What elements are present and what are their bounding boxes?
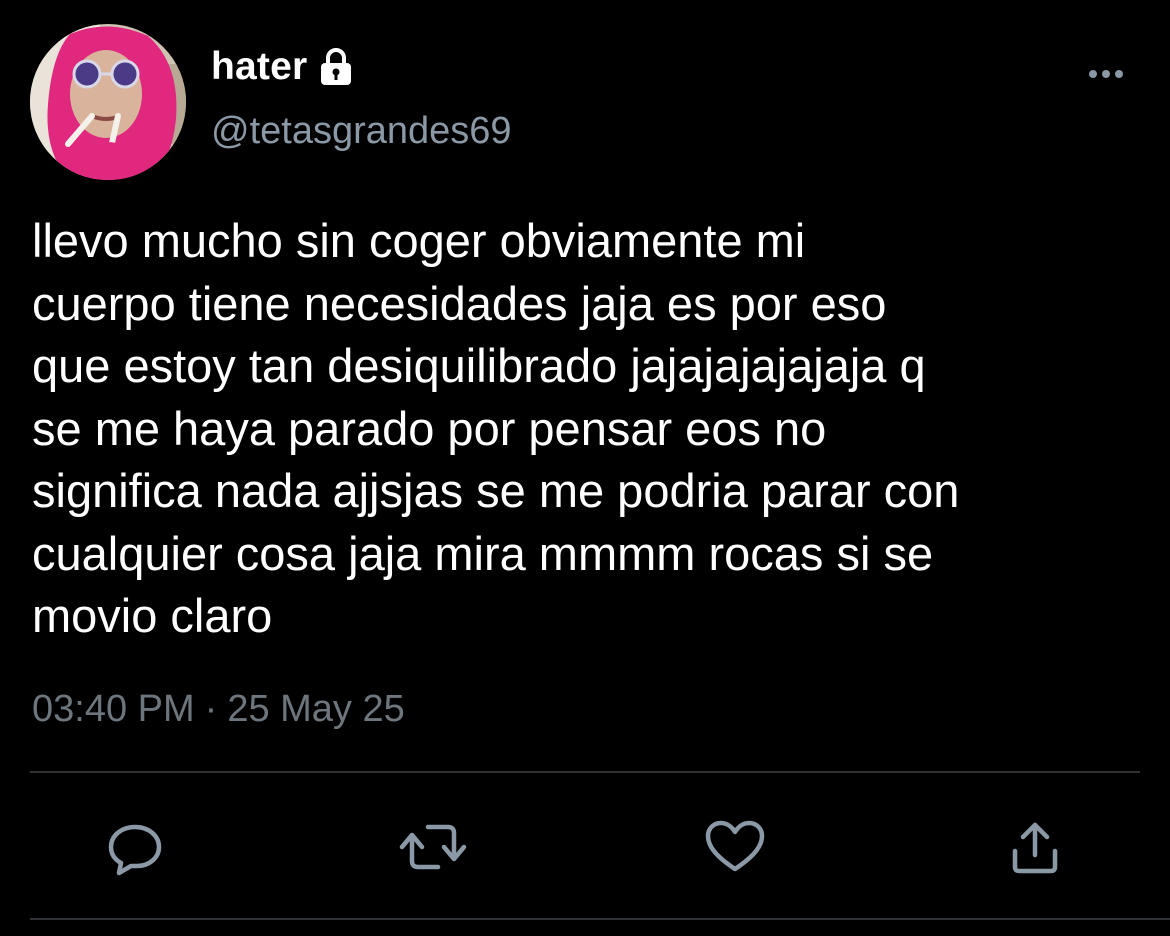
author-handle[interactable]: @tetasgrandes69	[211, 110, 512, 153]
bottom-divider	[30, 918, 1170, 920]
heart-icon	[705, 820, 765, 872]
more-horizontal-icon	[1089, 70, 1123, 78]
avatar-photo	[30, 24, 186, 180]
tweet-date[interactable]: 25 May 25	[227, 688, 404, 730]
tweet-meta: 03:40 PM · 25 May 25	[32, 688, 405, 731]
retweet-button[interactable]	[398, 812, 468, 882]
meta-separator: ·	[204, 688, 218, 730]
retweet-icon	[399, 824, 467, 870]
lock-icon	[315, 46, 357, 88]
tweet-time[interactable]: 03:40 PM	[32, 688, 195, 730]
action-bar	[0, 812, 1170, 882]
avatar[interactable]	[30, 24, 186, 180]
share-button[interactable]	[1000, 812, 1070, 882]
tweet-text: llevo mucho sin coger obviamente mi cuer…	[32, 214, 960, 642]
display-name[interactable]: hater	[211, 45, 307, 89]
tweet: hater @tetasgrandes69 llevo mucho sin co…	[0, 0, 1170, 936]
share-icon	[1012, 822, 1058, 874]
reply-icon	[108, 824, 162, 876]
reply-button[interactable]	[100, 812, 170, 882]
divider	[30, 771, 1140, 773]
like-button[interactable]	[700, 812, 770, 882]
author-row: hater	[211, 42, 357, 92]
more-button[interactable]	[1082, 58, 1130, 90]
